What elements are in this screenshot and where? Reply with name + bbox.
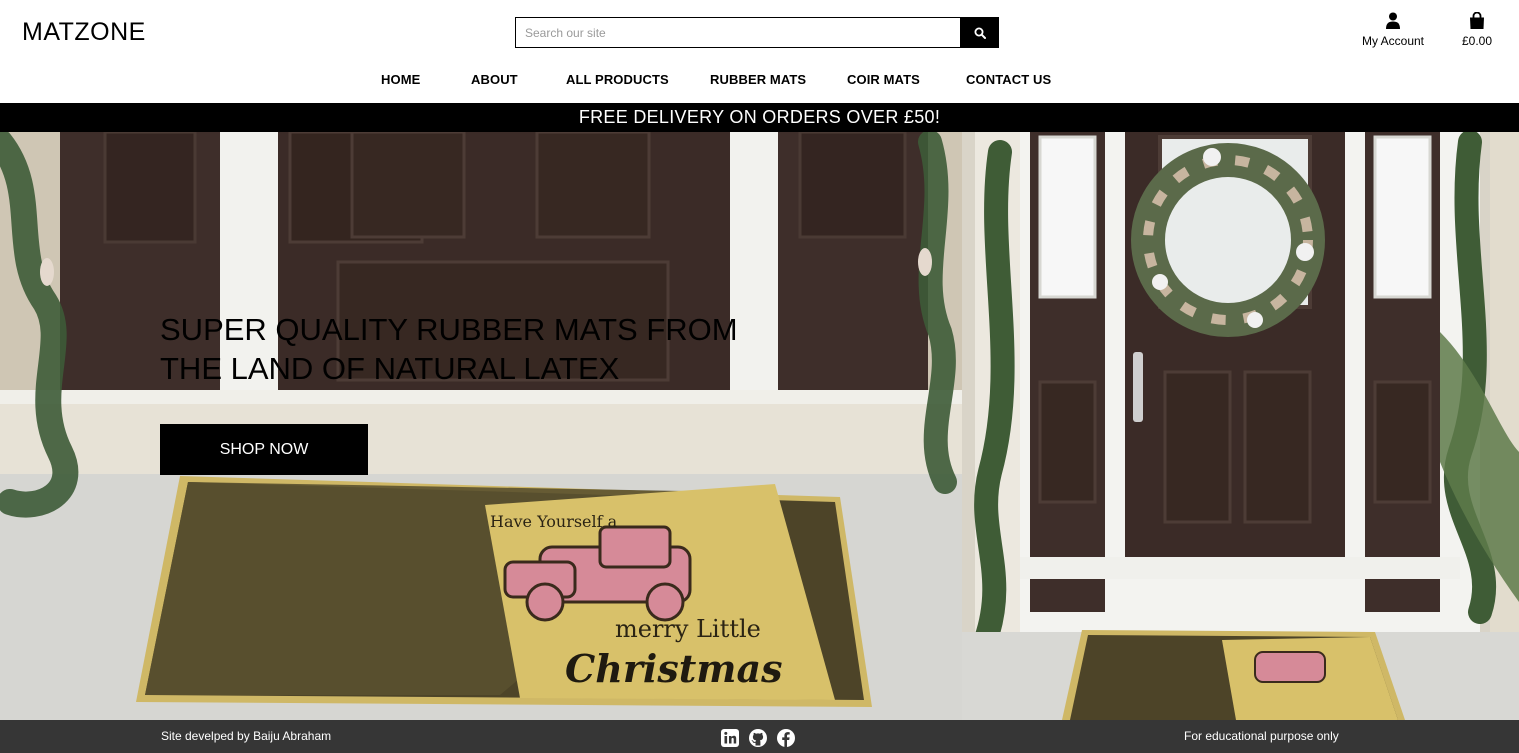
search-icon bbox=[974, 27, 986, 39]
my-account-label: My Account bbox=[1361, 34, 1425, 48]
site-footer: Site develped by Baiju Abraham For educa… bbox=[0, 720, 1519, 753]
main-nav: HOME ABOUT ALL PRODUCTS RUBBER MATS COIR… bbox=[0, 72, 1519, 90]
user-icon bbox=[1386, 12, 1400, 29]
nav-rubber-mats[interactable]: RUBBER MATS bbox=[710, 72, 806, 87]
search-form bbox=[515, 17, 999, 48]
shop-now-button[interactable]: SHOP NOW bbox=[160, 424, 368, 475]
nav-about[interactable]: ABOUT bbox=[471, 72, 518, 87]
hero-section: Have Yourself a merry Little Christmas S… bbox=[0, 132, 1519, 720]
cart-link[interactable]: £0.00 bbox=[1452, 12, 1502, 48]
facebook-link[interactable] bbox=[776, 728, 796, 748]
my-account-link[interactable]: My Account bbox=[1350, 12, 1436, 48]
linkedin-icon bbox=[721, 729, 739, 747]
mat-text-top: Have Yourself a bbox=[490, 512, 618, 531]
linkedin-link[interactable] bbox=[720, 728, 740, 748]
site-header: MATZONE My Account £0.00 HOME ABOUT ALL … bbox=[0, 0, 1519, 103]
nav-all-products[interactable]: ALL PRODUCTS bbox=[566, 72, 669, 87]
hero-headline-line1: SUPER QUALITY RUBBER MATS FROM bbox=[160, 312, 738, 347]
shopping-bag-icon bbox=[1470, 12, 1484, 29]
free-delivery-banner: FREE DELIVERY ON ORDERS OVER £50! bbox=[0, 103, 1519, 132]
search-input[interactable] bbox=[515, 17, 960, 48]
github-link[interactable] bbox=[748, 728, 768, 748]
cart-total: £0.00 bbox=[1461, 34, 1493, 48]
nav-home[interactable]: HOME bbox=[381, 72, 420, 87]
nav-contact-us[interactable]: CONTACT US bbox=[966, 72, 1051, 87]
footer-purpose: For educational purpose only bbox=[1184, 729, 1339, 743]
nav-coir-mats[interactable]: COIR MATS bbox=[847, 72, 920, 87]
search-button[interactable] bbox=[960, 17, 999, 48]
footer-credit: Site develped by Baiju Abraham bbox=[161, 729, 332, 743]
site-logo[interactable]: MATZONE bbox=[22, 18, 146, 47]
hero-headline: SUPER QUALITY RUBBER MATS FROM THE LAND … bbox=[160, 310, 760, 388]
github-icon bbox=[749, 729, 767, 747]
hero-headline-line2: THE LAND OF NATURAL LATEX bbox=[160, 351, 620, 386]
social-links bbox=[720, 728, 796, 748]
facebook-icon bbox=[777, 729, 795, 747]
mat-text-middle: merry Little bbox=[615, 615, 761, 643]
mat-text-bottom: Christmas bbox=[565, 646, 783, 691]
